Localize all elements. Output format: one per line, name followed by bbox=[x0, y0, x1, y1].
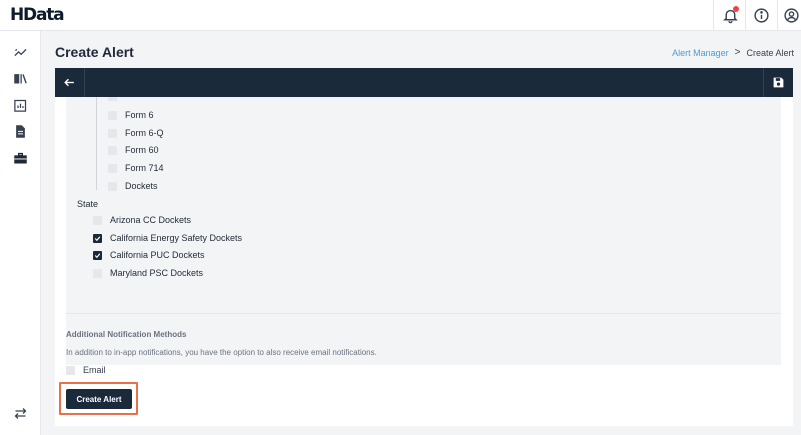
breadcrumb-alert-manager[interactable]: Alert Manager bbox=[672, 48, 729, 58]
form-checkbox-row[interactable]: Form 6 bbox=[108, 108, 154, 122]
checkbox[interactable] bbox=[108, 110, 117, 120]
form-checkbox-row[interactable]: Dockets bbox=[108, 179, 158, 193]
user-avatar-icon[interactable] bbox=[781, 5, 801, 25]
check-icon bbox=[94, 252, 101, 258]
book-icon[interactable] bbox=[12, 70, 29, 87]
form-label: Form 6-Q bbox=[125, 128, 164, 138]
source-selection-list[interactable]: Form 6 Form 6-Q Form 60 Form 714 Dockets… bbox=[66, 97, 781, 365]
document-icon[interactable] bbox=[12, 123, 29, 140]
form-label: Form 60 bbox=[125, 145, 159, 155]
checkbox[interactable] bbox=[108, 181, 117, 191]
form-checkbox-row[interactable]: Form 714 bbox=[108, 161, 164, 175]
swap-icon[interactable] bbox=[12, 405, 29, 422]
breadcrumb: Alert Manager > Create Alert bbox=[672, 47, 794, 58]
create-alert-card: Form 6 Form 6-Q Form 60 Form 714 Dockets… bbox=[55, 68, 793, 426]
header-divider bbox=[713, 0, 714, 31]
breadcrumb-current: Create Alert bbox=[746, 47, 794, 58]
arrow-left-icon bbox=[64, 78, 74, 87]
app-logo[interactable]: HData bbox=[10, 5, 65, 25]
state-checkbox-row[interactable]: California PUC Dockets bbox=[93, 248, 205, 262]
section-divider bbox=[66, 313, 781, 314]
back-button[interactable] bbox=[55, 68, 85, 97]
notification-dot bbox=[733, 6, 739, 12]
checkbox[interactable] bbox=[93, 268, 102, 278]
form-label: Dockets bbox=[125, 181, 158, 191]
email-checkbox[interactable] bbox=[66, 365, 75, 375]
header-divider bbox=[745, 0, 746, 31]
analytics-icon[interactable] bbox=[12, 97, 29, 114]
checkbox[interactable] bbox=[108, 128, 117, 138]
header-divider bbox=[777, 0, 778, 31]
state-section-label: State bbox=[77, 199, 99, 209]
checkbox[interactable] bbox=[108, 145, 117, 155]
state-label: Maryland PSC Dockets bbox=[110, 268, 204, 278]
top-header: HData bbox=[0, 0, 801, 31]
checkbox[interactable] bbox=[93, 215, 102, 225]
form-label: Form 6 bbox=[125, 110, 154, 120]
briefcase-icon[interactable] bbox=[12, 150, 29, 167]
email-label: Email bbox=[83, 365, 106, 375]
trend-icon[interactable] bbox=[12, 44, 29, 61]
sidebar bbox=[0, 31, 41, 435]
save-icon bbox=[773, 77, 784, 88]
info-icon[interactable] bbox=[751, 5, 771, 25]
checkbox[interactable] bbox=[108, 97, 117, 101]
form-checkbox-row-partial bbox=[108, 97, 125, 103]
state-checkbox-row[interactable]: Arizona CC Dockets bbox=[93, 213, 191, 227]
form-checkbox-row[interactable]: Form 6-Q bbox=[108, 126, 164, 140]
card-toolbar bbox=[55, 68, 793, 97]
state-label: California Energy Safety Dockets bbox=[110, 233, 243, 243]
create-alert-button[interactable]: Create Alert bbox=[66, 389, 132, 409]
check-icon bbox=[94, 235, 101, 241]
notification-methods-description: In addition to in-app notifications, you… bbox=[66, 348, 377, 357]
form-label: Form 714 bbox=[125, 163, 164, 173]
state-checkbox-row[interactable]: Maryland PSC Dockets bbox=[93, 266, 203, 280]
checkbox[interactable] bbox=[108, 163, 117, 173]
bell-icon[interactable] bbox=[720, 5, 740, 25]
notification-methods-title: Additional Notification Methods bbox=[66, 330, 187, 339]
breadcrumb-separator: > bbox=[734, 47, 741, 58]
checkbox-checked[interactable] bbox=[93, 250, 102, 260]
state-label: Arizona CC Dockets bbox=[110, 215, 192, 225]
form-checkbox-row[interactable]: Form 60 bbox=[108, 143, 159, 157]
state-checkbox-row[interactable]: California Energy Safety Dockets bbox=[93, 231, 242, 245]
tree-guide-line bbox=[96, 97, 97, 190]
checkbox-checked[interactable] bbox=[93, 233, 102, 243]
email-option-row[interactable]: Email bbox=[66, 363, 106, 377]
state-label: California PUC Dockets bbox=[110, 250, 205, 260]
save-button[interactable] bbox=[763, 68, 793, 97]
page-title: Create Alert bbox=[55, 44, 134, 60]
